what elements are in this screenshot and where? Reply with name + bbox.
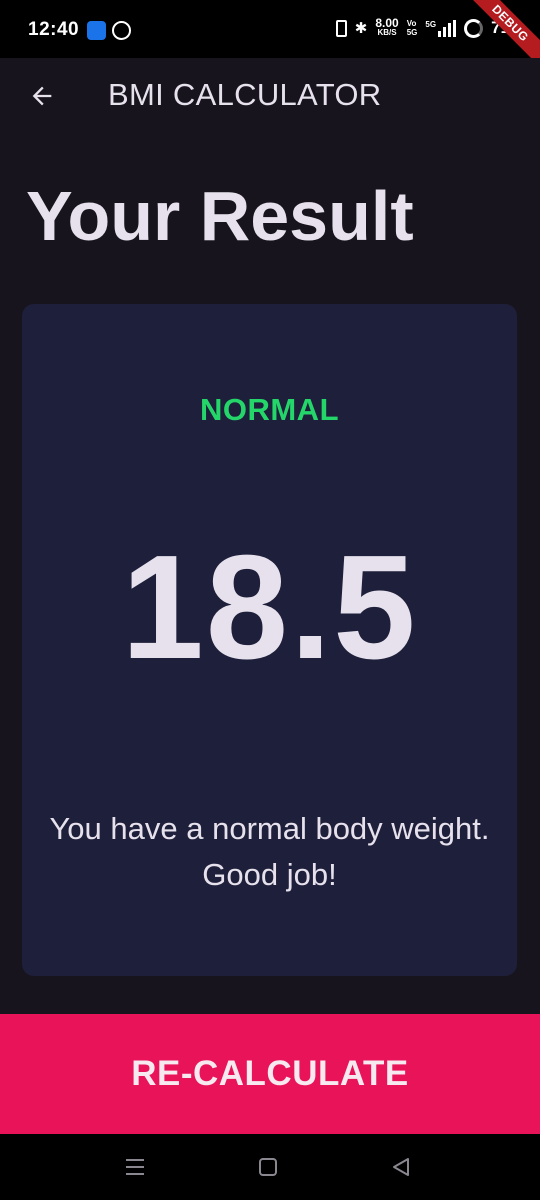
notification-app-icon xyxy=(87,21,106,40)
nav-back-button[interactable] xyxy=(386,1154,416,1180)
vibrate-icon xyxy=(335,19,347,37)
network-speed: 8.00 KB/S xyxy=(375,16,399,37)
back-button[interactable] xyxy=(20,74,64,118)
arrow-left-icon xyxy=(32,86,52,106)
result-card: NORMAL 18.5 You have a normal body weigh… xyxy=(22,304,517,976)
home-button[interactable] xyxy=(253,1154,283,1180)
recent-apps-button[interactable] xyxy=(120,1154,150,1180)
system-nav-bar xyxy=(0,1134,540,1200)
page-title: Your Result xyxy=(26,177,414,255)
result-message: You have a normal body weight. Good job! xyxy=(49,811,490,892)
status-indicators: ✱ 8.00 KB/S Vo 5G 5G 71 xyxy=(335,16,510,38)
app-title: BMI CALCULATOR xyxy=(108,77,382,112)
bmi-value: 18.5 xyxy=(121,525,418,690)
battery-icon xyxy=(464,18,484,38)
status-time: 12:40 xyxy=(28,19,80,40)
home-square-icon xyxy=(259,1158,277,1176)
recalculate-button[interactable]: RE-CALCULATE xyxy=(0,1014,540,1134)
notification-sync-icon xyxy=(112,21,131,40)
volte-icon: Vo 5G xyxy=(406,19,418,37)
menu-icon xyxy=(126,1159,144,1175)
result-status: NORMAL xyxy=(199,392,340,427)
app-bar: BMI CALCULATOR xyxy=(0,58,540,132)
status-bar: 12:40 ✱ 8.00 KB/S Vo 5G 5G 71 xyxy=(0,0,540,58)
bluetooth-icon: ✱ xyxy=(354,20,368,37)
back-triangle-icon xyxy=(393,1158,409,1176)
signal-icon: 5G xyxy=(425,19,457,37)
recalculate-label: RE-CALCULATE xyxy=(131,1054,409,1093)
